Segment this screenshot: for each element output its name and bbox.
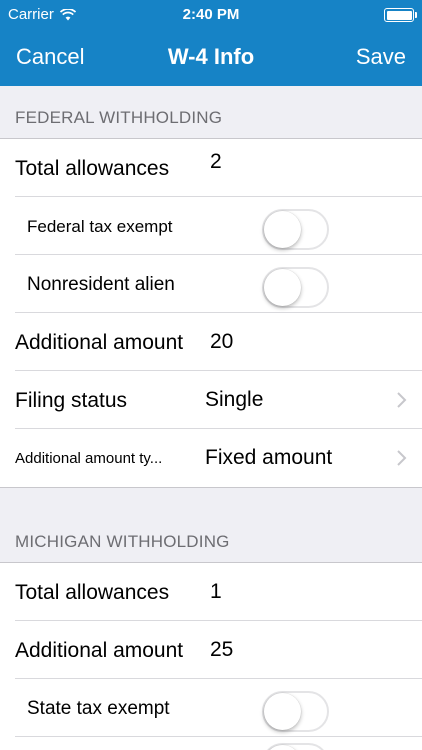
michigan-section-title: MICHIGAN WITHHOLDING — [15, 532, 230, 551]
filing-status-row[interactable]: Filing status Single — [0, 371, 422, 429]
chevron-right-icon — [397, 450, 407, 466]
additional-amount-type-row[interactable]: Additional amount ty... Fixed amount — [0, 429, 422, 487]
save-button[interactable]: Save — [356, 44, 406, 70]
michigan-additional-amount-field[interactable]: 25 — [210, 638, 233, 662]
partial-toggle[interactable] — [262, 743, 329, 750]
federal-additional-amount-row[interactable]: Additional amount 20 — [0, 313, 422, 371]
nav-bar: Cancel W-4 Info Save — [0, 30, 422, 86]
federal-additional-amount-field[interactable]: 20 — [210, 330, 233, 354]
federal-tax-exempt-toggle[interactable] — [262, 209, 329, 250]
michigan-total-allowances-row[interactable]: Total allowances 1 — [0, 563, 422, 621]
state-tax-exempt-row: State tax exempt — [0, 679, 422, 737]
federal-tax-exempt-label: Federal tax exempt — [27, 217, 173, 236]
michigan-section-header: MICHIGAN WITHHOLDING — [0, 510, 422, 562]
state-tax-exempt-label: State tax exempt — [27, 698, 170, 719]
additional-amount-type-value: Fixed amount — [205, 446, 333, 469]
toggle-knob — [264, 693, 301, 730]
state-tax-exempt-toggle[interactable] — [262, 691, 329, 732]
michigan-total-allowances-label: Total allowances — [15, 581, 170, 604]
federal-additional-amount-label: Additional amount — [15, 331, 184, 354]
toggle-knob — [264, 745, 301, 750]
nonresident-alien-label: Nonresident alien — [27, 274, 175, 295]
filing-status-label: Filing status — [15, 389, 128, 412]
additional-amount-type-label: Additional amount ty... — [15, 450, 163, 467]
michigan-additional-amount-label: Additional amount — [15, 639, 184, 662]
filing-status-value: Single — [205, 388, 264, 411]
federal-total-allowances-field[interactable]: 2 — [210, 150, 222, 174]
federal-section-header: FEDERAL WITHHOLDING — [0, 86, 422, 138]
federal-tax-exempt-row: Federal tax exempt — [0, 197, 422, 255]
toggle-knob — [264, 269, 301, 306]
michigan-withholding-group: Total allowances 1 Additional amount 25 … — [0, 562, 422, 750]
federal-withholding-group: Total allowances 2 Federal tax exempt No… — [0, 138, 422, 488]
nonresident-alien-row: Nonresident alien — [0, 255, 422, 313]
partial-row — [0, 737, 422, 750]
battery-icon — [384, 8, 417, 22]
cancel-button[interactable]: Cancel — [16, 44, 84, 70]
chevron-right-icon — [397, 392, 407, 408]
michigan-additional-amount-row[interactable]: Additional amount 25 — [0, 621, 422, 679]
clock: 2:40 PM — [182, 6, 240, 23]
federal-total-allowances-row[interactable]: Total allowances 2 — [0, 139, 422, 197]
federal-section-title: FEDERAL WITHHOLDING — [15, 108, 223, 127]
michigan-total-allowances-field[interactable]: 1 — [210, 580, 222, 604]
federal-total-allowances-label: Total allowances — [15, 157, 170, 180]
status-bar: Carrier 2:40 PM — [0, 0, 422, 30]
nonresident-alien-toggle[interactable] — [262, 267, 329, 308]
toggle-knob — [264, 211, 301, 248]
